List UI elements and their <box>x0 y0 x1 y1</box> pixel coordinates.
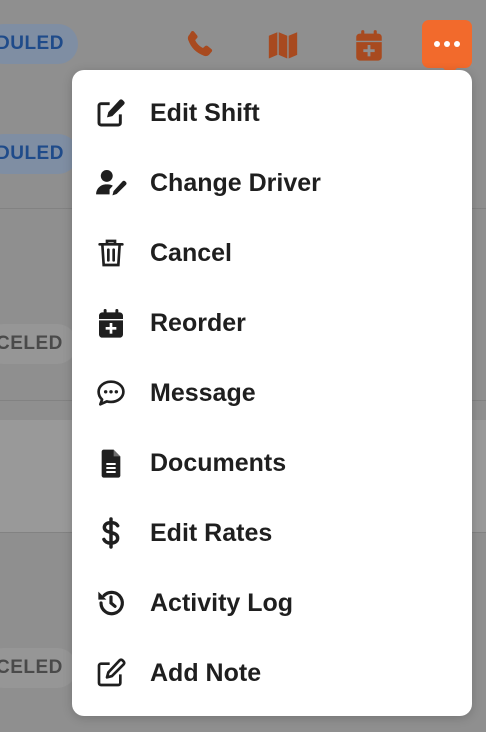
more-actions-button[interactable] <box>422 20 472 75</box>
actions-menu: Edit Shift Change Driver Cancel Reorder … <box>72 70 472 716</box>
trash-icon <box>94 236 128 270</box>
status-badge: CELED <box>0 324 77 364</box>
menu-item-reorder[interactable]: Reorder <box>72 288 472 358</box>
map-icon[interactable] <box>266 28 300 62</box>
chat-icon <box>94 376 128 410</box>
menu-item-label: Message <box>150 378 256 407</box>
calendar-add-icon <box>94 306 128 340</box>
menu-item-change-driver[interactable]: Change Driver <box>72 148 472 218</box>
menu-item-label: Edit Shift <box>150 98 260 127</box>
menu-item-add-note[interactable]: Add Note <box>72 638 472 708</box>
phone-icon[interactable] <box>182 28 216 62</box>
history-icon <box>94 586 128 620</box>
menu-item-label: Add Note <box>150 658 262 687</box>
menu-item-cancel[interactable]: Cancel <box>72 218 472 288</box>
dollar-icon <box>94 516 128 550</box>
status-badge: DULED <box>0 24 78 64</box>
more-icon <box>434 41 460 47</box>
menu-item-label: Documents <box>150 448 287 477</box>
menu-item-label: Change Driver <box>150 168 321 197</box>
menu-item-edit-shift[interactable]: Edit Shift <box>72 78 472 148</box>
calendar-add-icon[interactable] <box>352 28 386 62</box>
menu-item-edit-rates[interactable]: Edit Rates <box>72 498 472 568</box>
document-icon <box>94 446 128 480</box>
menu-item-label: Activity Log <box>150 588 294 617</box>
status-badge: DULED <box>0 134 78 174</box>
menu-item-message[interactable]: Message <box>72 358 472 428</box>
menu-item-documents[interactable]: Documents <box>72 428 472 498</box>
menu-item-label: Reorder <box>150 308 246 337</box>
edit-icon <box>94 96 128 130</box>
menu-item-activity-log[interactable]: Activity Log <box>72 568 472 638</box>
menu-item-label: Edit Rates <box>150 518 273 547</box>
status-badge: CELED <box>0 648 77 688</box>
note-edit-icon <box>94 656 128 690</box>
user-edit-icon <box>94 166 128 200</box>
menu-item-label: Cancel <box>150 238 232 267</box>
